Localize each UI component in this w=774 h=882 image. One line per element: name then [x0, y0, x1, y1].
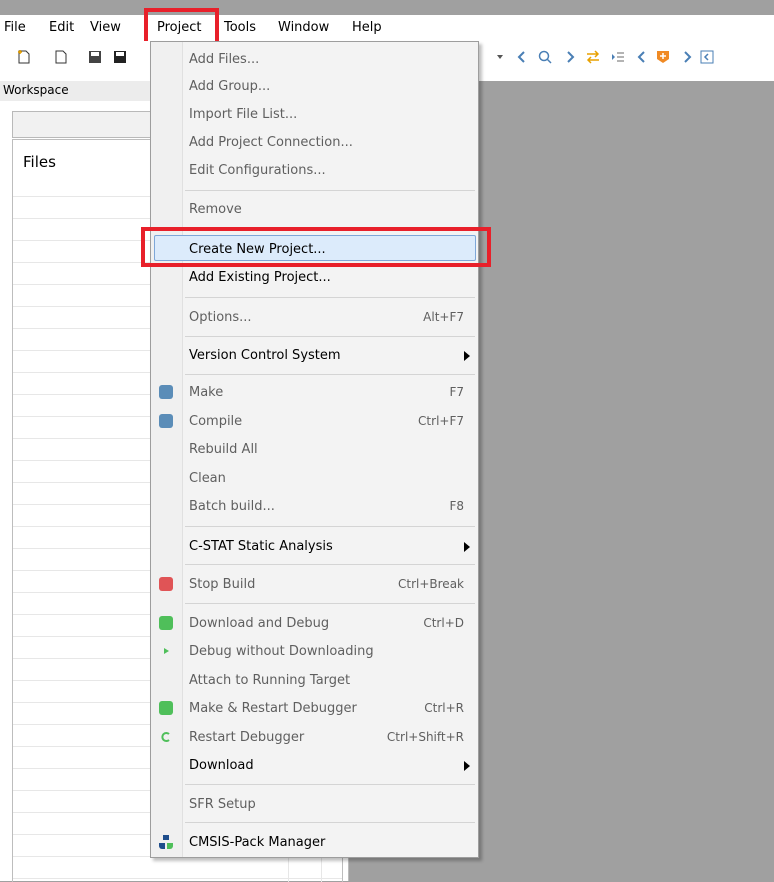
make-icon	[159, 385, 173, 399]
menu-item-cmsis-pack-manager[interactable]: CMSIS-Pack Manager	[151, 829, 478, 857]
swap-icon[interactable]	[586, 50, 600, 64]
menu-separator	[185, 603, 475, 604]
submenu-arrow-icon	[464, 542, 470, 552]
menu-item-version-control-system[interactable]: Version Control System	[151, 342, 478, 370]
menu-file[interactable]: File	[4, 20, 26, 35]
make-restart-icon	[159, 701, 173, 715]
compile-icon	[159, 414, 173, 428]
save-icon[interactable]	[88, 50, 102, 64]
menu-item-stop-build[interactable]: Stop Build Ctrl+Break	[151, 571, 478, 599]
menu-item-download[interactable]: Download	[151, 752, 478, 780]
menu-edit[interactable]: Edit	[49, 20, 74, 35]
indent-icon[interactable]	[611, 50, 625, 64]
submenu-arrow-icon	[464, 351, 470, 361]
submenu-arrow-icon	[464, 761, 470, 771]
menu-tools[interactable]: Tools	[224, 20, 256, 35]
back-icon[interactable]	[515, 50, 529, 64]
menu-item-import-file-list[interactable]: Import File List...	[151, 101, 478, 129]
bookmark-list-icon[interactable]	[700, 50, 714, 64]
menu-help[interactable]: Help	[352, 20, 382, 35]
menu-separator	[185, 526, 475, 527]
play-icon	[164, 648, 169, 654]
cmsis-pack-icon	[159, 835, 173, 849]
tree-grid-line	[13, 878, 342, 879]
download-debug-icon	[159, 616, 173, 630]
menu-bar: File Edit View Project Tools Window Help	[0, 15, 774, 41]
menu-item-add-project-connection[interactable]: Add Project Connection...	[151, 129, 478, 157]
menu-separator	[185, 297, 475, 298]
workspace-header: Workspace	[0, 81, 150, 102]
menu-item-make-restart-debugger[interactable]: Make & Restart Debugger Ctrl+R	[151, 695, 478, 723]
bookmark-icon[interactable]	[656, 50, 670, 64]
menu-separator	[185, 336, 475, 337]
menu-item-compile[interactable]: Compile Ctrl+F7	[151, 408, 478, 436]
menu-item-add-files[interactable]: Add Files...	[151, 46, 478, 74]
menu-item-options[interactable]: Options... Alt+F7	[151, 304, 478, 332]
menu-item-rebuild-all[interactable]: Rebuild All	[151, 436, 478, 464]
files-column-header: Files	[23, 153, 56, 171]
menu-separator	[185, 822, 475, 823]
menu-item-debug-without-downloading[interactable]: Debug without Downloading	[151, 638, 478, 666]
menu-item-c-stat-static-analysis[interactable]: C-STAT Static Analysis	[151, 533, 478, 561]
menu-item-clean[interactable]: Clean	[151, 465, 478, 493]
menu-item-restart-debugger[interactable]: Restart Debugger Ctrl+Shift+R	[151, 724, 478, 752]
menu-separator	[185, 784, 475, 785]
menu-window[interactable]: Window	[278, 20, 329, 35]
menu-item-add-group[interactable]: Add Group...	[151, 73, 478, 101]
create-project-highlight	[141, 227, 491, 267]
menu-separator	[185, 190, 475, 191]
save-all-icon[interactable]	[113, 50, 127, 64]
dropdown-arrow-icon[interactable]	[493, 50, 507, 64]
stop-icon	[159, 577, 173, 591]
prev-bookmark-icon[interactable]	[635, 50, 649, 64]
project-dropdown-menu: Add Files... Add Group... Import File Li…	[150, 41, 479, 858]
menu-view[interactable]: View	[90, 20, 121, 35]
menu-separator	[185, 374, 475, 375]
menu-item-make[interactable]: Make F7	[151, 379, 478, 407]
menu-item-add-existing-project[interactable]: Add Existing Project...	[151, 264, 478, 292]
new-file-icon[interactable]	[17, 50, 31, 64]
menu-item-download-and-debug[interactable]: Download and Debug Ctrl+D	[151, 610, 478, 638]
menu-item-attach-to-running-target[interactable]: Attach to Running Target	[151, 667, 478, 695]
menu-separator	[185, 564, 475, 565]
menu-item-sfr-setup[interactable]: SFR Setup	[151, 791, 478, 819]
restart-icon	[161, 732, 170, 742]
search-icon[interactable]	[538, 50, 552, 64]
forward-icon[interactable]	[563, 50, 577, 64]
menu-item-batch-build[interactable]: Batch build... F8	[151, 493, 478, 521]
menu-item-remove[interactable]: Remove	[151, 196, 478, 224]
open-file-icon[interactable]	[54, 50, 68, 64]
next-bookmark-icon[interactable]	[680, 50, 694, 64]
workspace-title: Workspace	[3, 83, 69, 97]
menu-item-edit-configurations[interactable]: Edit Configurations...	[151, 157, 478, 185]
